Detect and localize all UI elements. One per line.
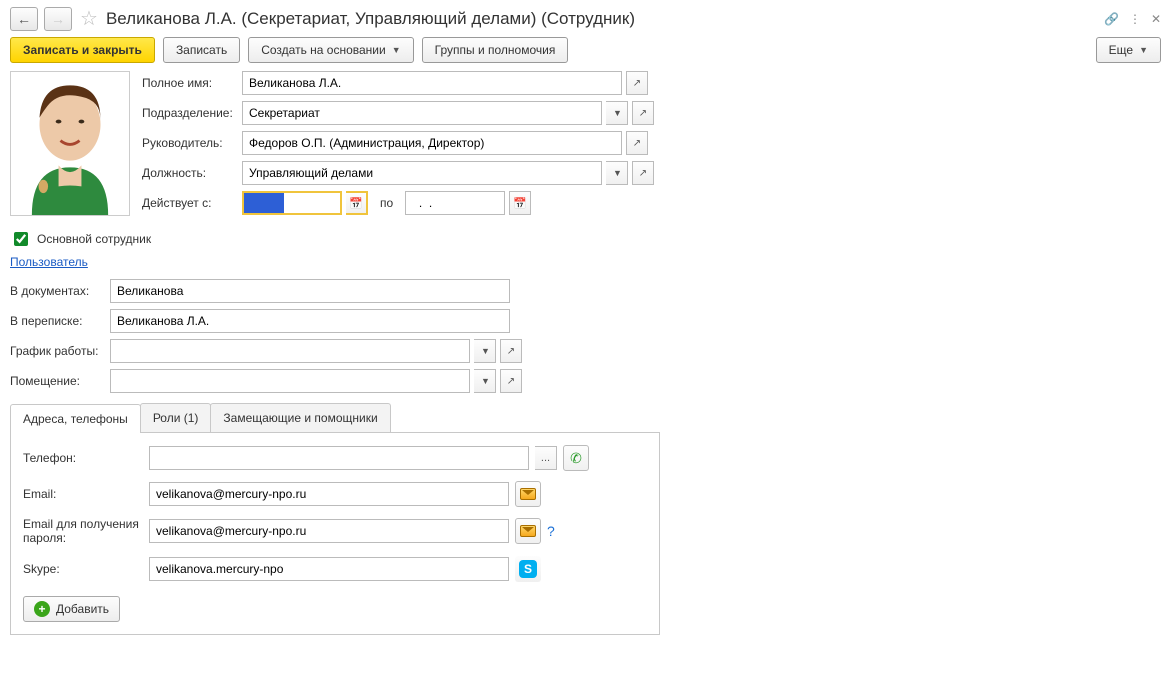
chevron-down-icon: ▼ <box>1139 45 1148 55</box>
in-documents-input[interactable] <box>110 279 510 303</box>
manager-label: Руководитель: <box>142 136 242 150</box>
full-name-input[interactable] <box>242 71 622 95</box>
open-reference-button[interactable] <box>626 71 648 95</box>
valid-from-input[interactable] <box>242 191 342 215</box>
skype-label: Skype: <box>23 562 143 576</box>
kebab-menu-icon[interactable]: ⋮ <box>1129 12 1141 26</box>
work-schedule-label: График работы: <box>10 344 110 358</box>
user-link[interactable]: Пользователь <box>10 255 88 269</box>
close-icon[interactable]: ✕ <box>1151 12 1161 26</box>
valid-to-calendar-button[interactable] <box>509 191 531 215</box>
email-password-label: Email для получения пароля: <box>23 517 143 546</box>
in-documents-label: В документах: <box>10 284 110 298</box>
manager-open-button[interactable] <box>626 131 648 155</box>
nav-back-button[interactable]: ← <box>10 7 38 31</box>
valid-from-calendar-button[interactable] <box>346 191 368 215</box>
save-button[interactable]: Записать <box>163 37 240 63</box>
work-schedule-input[interactable] <box>110 339 470 363</box>
more-button[interactable]: Еще ▼ <box>1096 37 1161 63</box>
phone-icon: ✆ <box>570 450 582 467</box>
email-password-input[interactable] <box>149 519 509 543</box>
tab-substitutes-assistants[interactable]: Замещающие и помощники <box>210 403 390 432</box>
position-open-button[interactable] <box>632 161 654 185</box>
manager-input[interactable] <box>242 131 622 155</box>
mail-icon <box>520 488 536 500</box>
open-icon <box>507 375 515 387</box>
calendar-icon <box>513 197 527 210</box>
calendar-icon <box>349 197 363 210</box>
email-send-button[interactable] <box>515 481 541 507</box>
tab-addresses-phones[interactable]: Адреса, телефоны <box>10 404 141 433</box>
position-dropdown-button[interactable]: ▼ <box>606 161 628 185</box>
phone-input[interactable] <box>149 446 529 470</box>
open-icon <box>507 345 515 357</box>
open-icon <box>633 77 641 89</box>
link-icon[interactable]: 🔗 <box>1104 12 1119 26</box>
employee-photo[interactable] <box>10 71 130 216</box>
phone-label: Телефон: <box>23 451 143 465</box>
full-name-label: Полное имя: <box>142 76 242 90</box>
skype-call-button[interactable]: S <box>515 556 541 582</box>
room-input[interactable] <box>110 369 470 393</box>
room-open-button[interactable] <box>500 369 522 393</box>
position-input[interactable] <box>242 161 602 185</box>
tab-roles[interactable]: Роли (1) <box>140 403 212 432</box>
email-label: Email: <box>23 487 143 501</box>
window-title: Великанова Л.А. (Секретариат, Управляющи… <box>106 9 1098 29</box>
plus-icon: + <box>34 601 50 617</box>
add-contact-label: Добавить <box>56 602 109 616</box>
favorite-star-icon[interactable]: ☆ <box>80 6 98 31</box>
skype-icon: S <box>519 560 537 578</box>
chevron-down-icon: ▼ <box>481 376 490 386</box>
in-correspondence-input[interactable] <box>110 309 510 333</box>
date-selection <box>244 193 284 213</box>
phone-action-button[interactable]: ✆ <box>563 445 589 471</box>
phone-ellipsis-button[interactable]: ... <box>535 446 557 470</box>
more-label: Еще <box>1109 43 1133 57</box>
chevron-down-icon: ▼ <box>613 108 622 118</box>
valid-to-label: по <box>380 196 393 210</box>
valid-to-input[interactable] <box>405 191 505 215</box>
work-schedule-open-button[interactable] <box>500 339 522 363</box>
chevron-down-icon: ▼ <box>392 45 401 55</box>
open-icon <box>639 107 647 119</box>
save-and-close-button[interactable]: Записать и закрыть <box>10 37 155 63</box>
groups-permissions-button[interactable]: Группы и полномочия <box>422 37 569 63</box>
department-open-button[interactable] <box>632 101 654 125</box>
nav-forward-button[interactable]: → <box>44 7 72 31</box>
create-based-on-button[interactable]: Создать на основании ▼ <box>248 37 413 63</box>
position-label: Должность: <box>142 166 242 180</box>
department-label: Подразделение: <box>142 106 242 120</box>
room-label: Помещение: <box>10 374 110 388</box>
room-dropdown-button[interactable]: ▼ <box>474 369 496 393</box>
main-employee-label: Основной сотрудник <box>37 232 151 246</box>
email-input[interactable] <box>149 482 509 506</box>
email-password-send-button[interactable] <box>515 518 541 544</box>
help-icon[interactable]: ? <box>547 523 555 539</box>
chevron-down-icon: ▼ <box>481 346 490 356</box>
open-icon <box>639 167 647 179</box>
open-icon <box>633 137 641 149</box>
in-correspondence-label: В переписке: <box>10 314 110 328</box>
chevron-down-icon: ▼ <box>613 168 622 178</box>
work-schedule-dropdown-button[interactable]: ▼ <box>474 339 496 363</box>
valid-from-label: Действует с: <box>142 196 242 210</box>
department-dropdown-button[interactable]: ▼ <box>606 101 628 125</box>
create-based-on-label: Создать на основании <box>261 43 386 57</box>
skype-input[interactable] <box>149 557 509 581</box>
main-employee-checkbox[interactable] <box>14 232 28 246</box>
avatar-image <box>11 72 129 215</box>
mail-icon <box>520 525 536 537</box>
add-contact-button[interactable]: + Добавить <box>23 596 120 622</box>
department-input[interactable] <box>242 101 602 125</box>
